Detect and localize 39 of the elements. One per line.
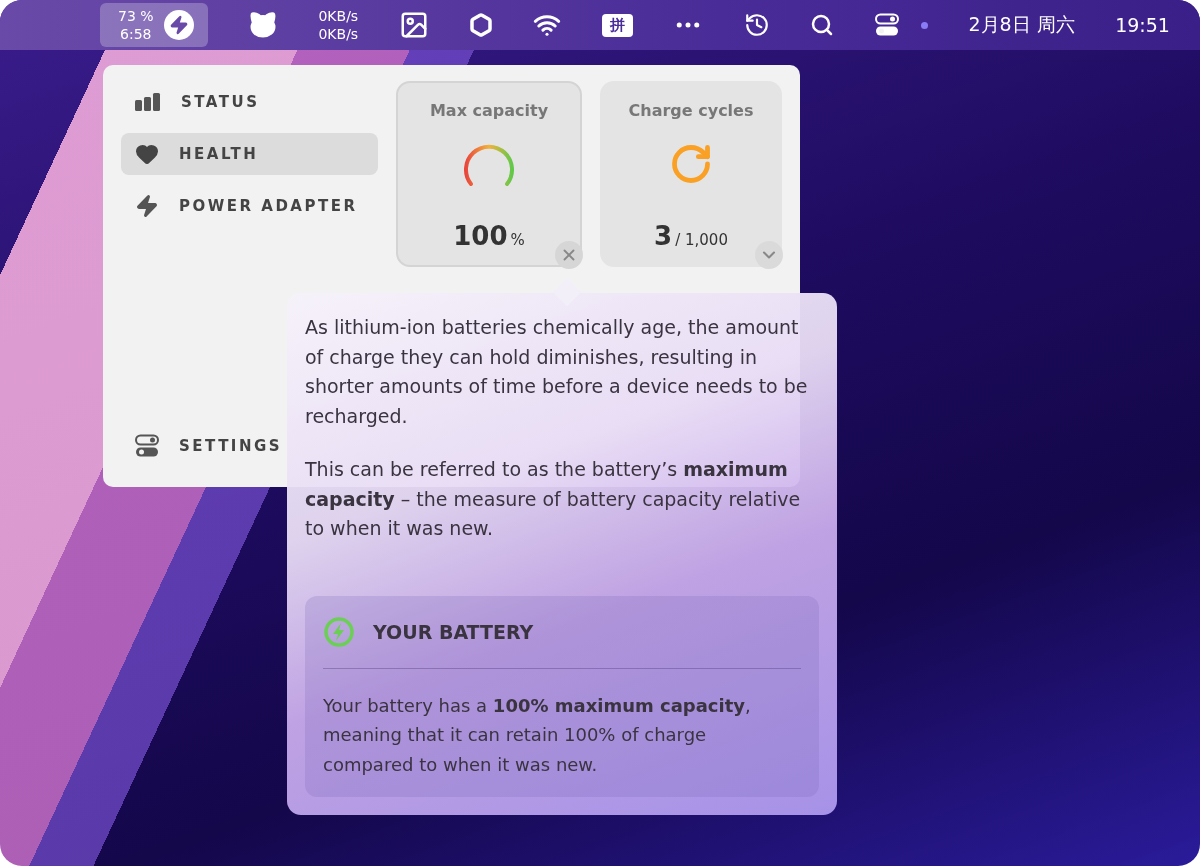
- bolt-icon: [135, 194, 159, 218]
- card-title: Max capacity: [429, 101, 549, 120]
- menu-clock: 19:51: [1115, 14, 1170, 36]
- info-paragraph: As lithium-ion batteries chemically age, the amount of charge they can hold diminishes, resulting in shorter amounts of time before a device needs to be recharged.: [305, 315, 809, 429]
- sidebar-item[interactable]: SETTINGS: [121, 425, 297, 467]
- cat-icon[interactable]: [248, 10, 278, 40]
- stat-card[interactable]: Max capacity 100%: [396, 81, 582, 267]
- history-icon[interactable]: [743, 12, 770, 38]
- sidebar-item[interactable]: STATUS: [121, 81, 378, 123]
- hexagon-icon[interactable]: [469, 13, 494, 37]
- search-icon[interactable]: [810, 13, 835, 37]
- input-method-button[interactable]: 拼: [601, 13, 633, 37]
- download-speed: 0KB/s: [318, 25, 359, 43]
- stat-card[interactable]: Charge cycles 3/ 1,000: [600, 81, 782, 267]
- bolt-circle-icon: [323, 615, 355, 648]
- bars-icon: [135, 93, 161, 111]
- expand-button[interactable]: [755, 241, 783, 269]
- control-center-icon: [874, 13, 899, 37]
- upload-speed: 0KB/s: [318, 7, 359, 25]
- close-button[interactable]: [555, 241, 583, 269]
- menu-date: 2月8日 周六: [968, 12, 1075, 37]
- status-dot: [921, 21, 929, 29]
- heart-icon: [135, 142, 159, 166]
- card-value: 100: [453, 221, 508, 251]
- sidebar-item[interactable]: HEALTH: [121, 133, 378, 175]
- battery-status-widget[interactable]: 73 % 6:58: [100, 3, 208, 47]
- card-unit: %: [510, 231, 525, 249]
- toggles-icon: [135, 434, 159, 458]
- summary-title: YOUR BATTERY: [373, 620, 534, 643]
- battery-time: 6:58: [120, 25, 152, 43]
- card-title: Charge cycles: [628, 101, 754, 120]
- refresh-icon: [669, 142, 713, 186]
- card-unit: / 1,000: [675, 231, 728, 249]
- info-paragraph: This can be referred to as the battery’s maximum capacity – the measure of battery capacity relative to when it was new.: [305, 457, 802, 541]
- battery-percent: 73 %: [118, 7, 154, 25]
- bolt-icon: [163, 10, 194, 40]
- card-value: 3: [654, 221, 673, 251]
- sidebar-item[interactable]: POWER ADAPTER: [121, 185, 378, 227]
- summary-text: Your battery has a 100% maximum capacity, meaning that it can retain 100% of charge compared to when it was new.: [323, 693, 752, 777]
